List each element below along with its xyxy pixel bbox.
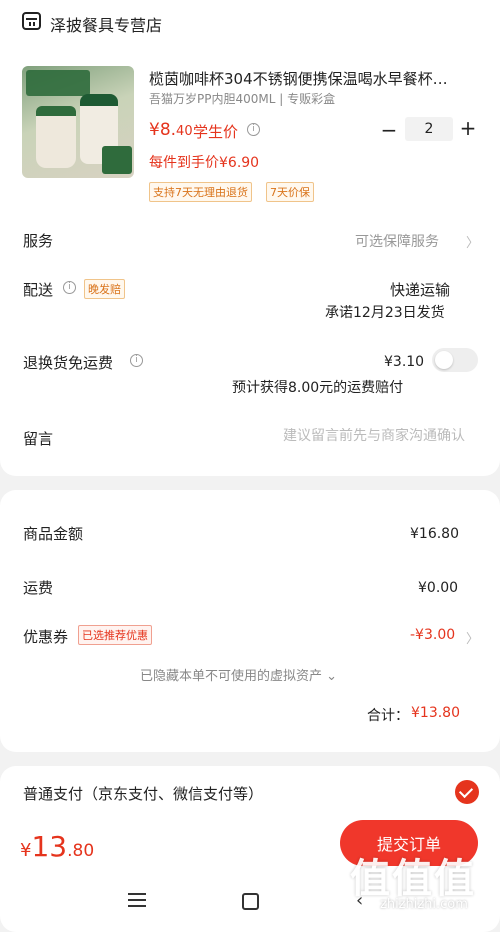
price-integer: 13: [31, 830, 68, 863]
coupon-value[interactable]: -¥3.00: [410, 627, 455, 643]
watermark-url: zhizhizhi.com: [380, 897, 468, 912]
chevron-right-icon[interactable]: 〉: [466, 628, 479, 647]
return-fee-label: 退换货免运费: [23, 354, 114, 372]
watermark-logo: 值值值: [350, 856, 476, 902]
currency-symbol: ¥: [20, 840, 32, 861]
student-price-label: 学生价: [193, 123, 239, 141]
quantity-increase-button[interactable]: +: [459, 116, 477, 140]
total-label: 合计：: [367, 708, 409, 724]
checkmark-icon[interactable]: [455, 780, 479, 804]
late-compensation-tag: 晚发赔: [84, 279, 125, 299]
price-decimal: .80: [67, 841, 95, 861]
return-fee-toggle[interactable]: [432, 348, 478, 372]
message-label: 留言: [23, 430, 54, 448]
shop-icon: [22, 12, 41, 30]
hidden-assets-label: 已隐藏本单不可使用的虚拟资产: [140, 669, 323, 684]
product-image[interactable]: [22, 66, 134, 178]
info-icon[interactable]: i: [63, 281, 76, 294]
product-price: ¥8.40: [149, 120, 193, 140]
product-spec[interactable]: 吾猫万岁PP内胆400ML | 专贩彩盒: [149, 90, 335, 107]
shop-name[interactable]: 泽披餐具专营店: [50, 12, 162, 36]
chevron-down-icon: ⌄: [326, 669, 338, 684]
price-main: ¥8.: [149, 120, 177, 140]
shipping-promise: 承诺12月23日发货: [325, 305, 445, 321]
return-policy-tag: 支持7天无理由退货: [149, 182, 252, 202]
shipping-method[interactable]: 快递运输: [390, 279, 450, 300]
price-protect-tag: 7天价保: [266, 182, 314, 202]
shipping-label: 配送: [23, 281, 54, 299]
return-fee-price: ¥3.10: [384, 354, 425, 370]
service-select[interactable]: 可选保障服务: [355, 231, 439, 251]
menu-icon[interactable]: [128, 893, 146, 907]
total-amount: ¥13.80: [411, 705, 460, 721]
payment-method-label[interactable]: 普通支付（京东支付、微信支付等）: [23, 783, 263, 804]
coupon-tag: 已选推荐优惠: [78, 625, 152, 645]
shipping-fee-label: 运费: [23, 579, 54, 597]
per-piece-price: 每件到手价¥6.90: [149, 155, 260, 171]
service-label: 服务: [23, 232, 54, 250]
home-icon[interactable]: [242, 893, 259, 910]
chevron-right-icon[interactable]: 〉: [466, 232, 479, 251]
order-items-card: 泽披餐具专营店 榄茵咖啡杯304不锈钢便携保温喝水早餐杯… 吾猫万岁PP内胆40…: [0, 0, 500, 476]
bottom-total-price: ¥13.80: [20, 830, 94, 863]
info-icon[interactable]: i: [247, 123, 260, 136]
goods-amount-label: 商品金额: [23, 525, 84, 543]
goods-amount: ¥16.80: [410, 526, 459, 542]
info-icon[interactable]: i: [130, 354, 143, 367]
shipping-fee: ¥0.00: [418, 580, 459, 596]
return-fee-note: 预计获得8.00元的运费赔付: [232, 380, 404, 396]
quantity-input[interactable]: 2: [405, 117, 453, 141]
hidden-assets-toggle[interactable]: 已隐藏本单不可使用的虚拟资产 ⌄: [140, 665, 337, 684]
message-input[interactable]: [255, 428, 465, 444]
coupon-label: 优惠券: [23, 628, 69, 646]
price-decimal: 40: [176, 124, 193, 139]
product-title[interactable]: 榄茵咖啡杯304不锈钢便携保温喝水早餐杯…: [149, 68, 479, 89]
quantity-decrease-button[interactable]: −: [380, 118, 398, 142]
